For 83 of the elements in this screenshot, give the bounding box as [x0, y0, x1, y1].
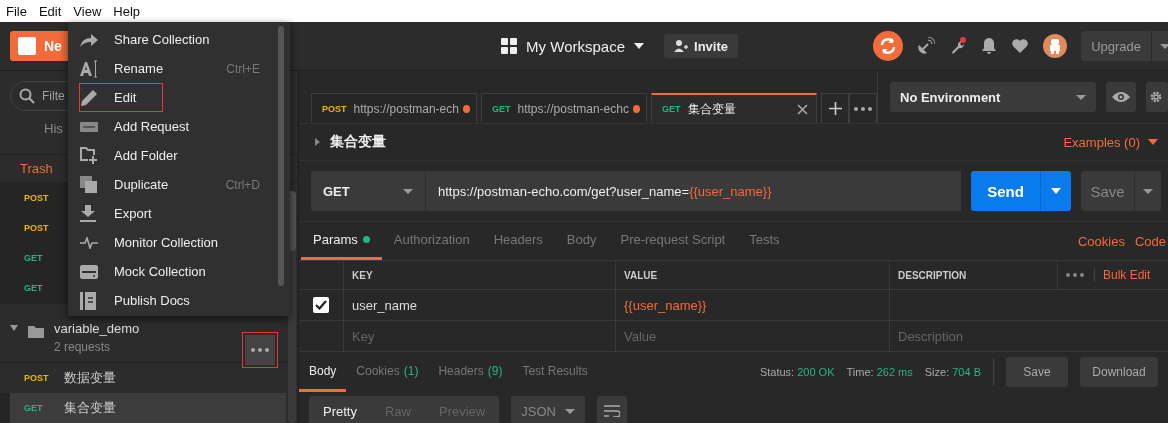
- response-button[interactable]: Save: [1006, 357, 1068, 387]
- more-icon[interactable]: [1066, 273, 1084, 277]
- menu-item[interactable]: Edit: [38, 3, 62, 19]
- add-user-icon: [674, 39, 689, 53]
- environment-dropdown[interactable]: No Environment: [890, 82, 1096, 112]
- menu-item[interactable]: View: [73, 3, 102, 19]
- wrench-icon[interactable]: [949, 37, 968, 55]
- avatar-icon[interactable]: [1043, 34, 1068, 58]
- bell-icon[interactable]: [981, 37, 998, 55]
- collapse-icon[interactable]: [10, 325, 18, 331]
- add-folder-icon: [80, 147, 98, 164]
- response-tab[interactable]: Headers (9): [428, 352, 513, 392]
- param-field[interactable]: Key: [352, 328, 502, 344]
- folder-icon: [28, 325, 44, 338]
- eye-button[interactable]: [1106, 82, 1136, 112]
- menu-item[interactable]: Publish Docs: [68, 286, 290, 315]
- download-icon: [80, 205, 96, 222]
- request-name[interactable]: 集合变量: [330, 133, 386, 151]
- menu-item[interactable]: Help: [113, 3, 141, 19]
- send-button[interactable]: Send: [971, 171, 1071, 211]
- invite-button[interactable]: Invite: [664, 34, 738, 58]
- response-tab[interactable]: Body: [299, 352, 347, 392]
- column-header: KEY: [352, 269, 373, 281]
- pulse-icon: [80, 236, 98, 249]
- share-arrow-icon: [80, 32, 98, 47]
- examples-dropdown[interactable]: Examples (0): [1063, 134, 1140, 150]
- checkbox[interactable]: [313, 297, 329, 313]
- status-text: Status: 200 OK: [759, 366, 835, 378]
- param-field[interactable]: Description: [898, 328, 1048, 344]
- grid-icon: [501, 38, 518, 54]
- method-dropdown[interactable]: GET: [311, 171, 425, 211]
- link[interactable]: Cookies: [1077, 233, 1125, 249]
- menu-item[interactable]: File: [6, 3, 27, 19]
- menu-item[interactable]: Add Request: [68, 112, 290, 141]
- request-item[interactable]: POST 数据变量: [0, 363, 286, 393]
- server-icon: [80, 264, 98, 279]
- search-icon: [19, 88, 35, 104]
- request-tab[interactable]: GET https://postman-echc: [481, 93, 647, 123]
- pencil-icon: [80, 88, 98, 107]
- table-cell[interactable]: {{user_name}}: [624, 297, 707, 313]
- response-tab[interactable]: Cookies (1): [346, 352, 429, 392]
- request-tab[interactable]: GET 集合变量: [651, 93, 817, 123]
- satellite-icon[interactable]: [917, 37, 936, 55]
- view-mode-tab[interactable]: Pretty: [309, 396, 371, 423]
- wrap-button[interactable]: [597, 396, 628, 423]
- status-text: Size: 704 B: [924, 366, 981, 378]
- workspace-dropdown[interactable]: My Workspace: [495, 36, 651, 56]
- add-tab-button[interactable]: [821, 93, 849, 123]
- menu-item[interactable]: Duplicate Ctrl+D: [68, 170, 290, 199]
- document-icon: [80, 291, 96, 310]
- request-icon: [80, 121, 98, 132]
- trash-link[interactable]: Trash: [20, 161, 53, 176]
- param-field[interactable]: Value: [624, 328, 774, 344]
- copy-icon: [80, 176, 97, 193]
- eye-icon: [1112, 91, 1130, 103]
- request-count: 2 requests: [54, 340, 112, 354]
- request-item[interactable]: GET 集合变量: [10, 393, 286, 423]
- rename-icon: [80, 59, 98, 78]
- link[interactable]: Code: [1134, 233, 1166, 249]
- menu-item[interactable]: Edit: [68, 83, 290, 112]
- menu-item[interactable]: Add Folder: [68, 141, 290, 170]
- sidebar-tab[interactable]: His: [44, 120, 63, 136]
- menu-item[interactable]: Mock Collection: [68, 257, 290, 286]
- column-header: VALUE: [624, 269, 658, 281]
- heart-icon[interactable]: [1011, 38, 1030, 54]
- more-button[interactable]: [242, 332, 278, 368]
- more-button[interactable]: [849, 93, 877, 123]
- settings-button[interactable]: [1146, 82, 1168, 112]
- wrap-icon: [604, 405, 621, 417]
- url-field[interactable]: https://postman-echo.com/get?user_name={{user_name}}: [425, 171, 961, 211]
- close-icon[interactable]: [797, 103, 808, 115]
- menu-item[interactable]: Monitor Collection: [68, 228, 290, 257]
- menu-item[interactable]: Export: [68, 199, 290, 228]
- response-button[interactable]: Download: [1080, 357, 1158, 387]
- upgrade-button[interactable]: Upgrade: [1081, 31, 1168, 61]
- column-header: DESCRIPTION: [898, 269, 967, 281]
- table-cell[interactable]: user_name: [352, 297, 418, 313]
- bulk-edit-link[interactable]: Bulk Edit: [1094, 268, 1151, 282]
- request-tab[interactable]: POST https://postman-ech: [311, 93, 477, 123]
- params-tab[interactable]: Params: [301, 222, 382, 260]
- status-text: Time: 262 ms: [846, 366, 913, 378]
- collection-name[interactable]: variable_demo: [54, 321, 232, 336]
- sync-icon[interactable]: [873, 31, 904, 61]
